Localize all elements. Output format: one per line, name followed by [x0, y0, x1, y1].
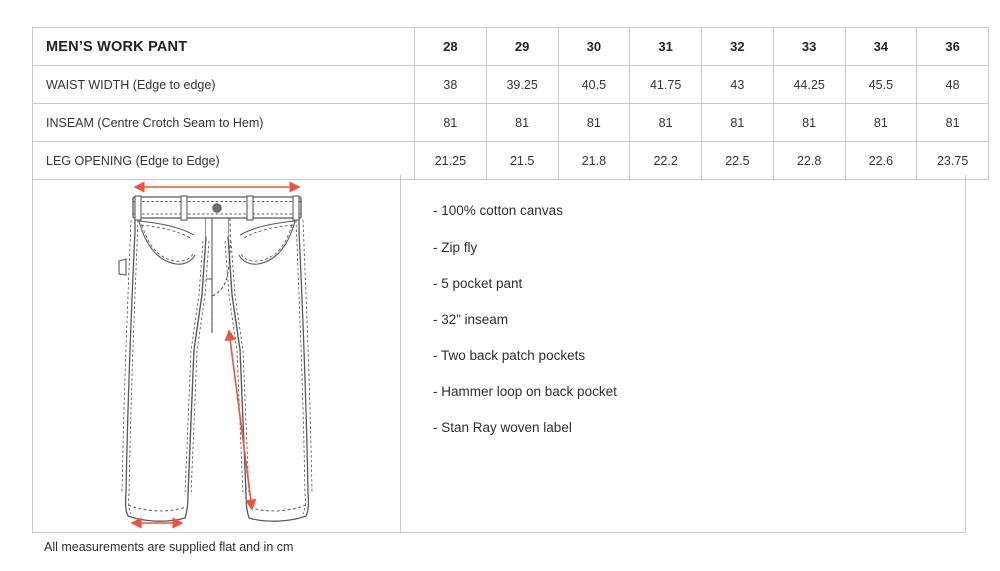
- measurement-value: 45.5: [844, 65, 918, 104]
- measurement-value: 43: [701, 65, 774, 104]
- measurement-value: 81: [414, 103, 487, 142]
- size-chart-table: MEN’S WORK PANT 28 29 30 31 32 33 34 36 …: [32, 27, 989, 180]
- pant-illustration-cell: [33, 175, 401, 532]
- measurement-value: 22.6: [844, 141, 918, 180]
- measurement-value: 81: [916, 103, 989, 142]
- measurement-label: LEG OPENING (Edge to Edge): [32, 141, 415, 180]
- pant-outline: [124, 197, 309, 522]
- measurement-value: 48: [916, 65, 989, 104]
- measurement-value: 21.25: [414, 141, 487, 180]
- list-item: - 32” inseam: [433, 311, 509, 327]
- measurement-value: 39.25: [485, 65, 559, 104]
- measurement-value: 81: [772, 103, 846, 142]
- measurement-value: 21.5: [485, 141, 559, 180]
- details-panel: - 100% cotton canvas - Zip fly - 5 pocke…: [32, 175, 966, 533]
- size-column-header: 33: [772, 27, 846, 66]
- size-column-header: 30: [557, 27, 631, 66]
- list-item: - Stan Ray woven label: [433, 420, 572, 436]
- measurement-value: 40.5: [557, 65, 631, 104]
- waist-button: [211, 203, 222, 213]
- measurement-value: 22.5: [701, 141, 774, 180]
- measurement-value: 81: [557, 103, 631, 142]
- size-column-header: 31: [629, 27, 702, 66]
- measurement-value: 22.8: [772, 141, 846, 180]
- measurement-value: 81: [701, 103, 774, 142]
- measurement-value: 38: [414, 65, 487, 104]
- measurement-value: 21.8: [557, 141, 631, 180]
- table-row: LEG OPENING (Edge to Edge) 21.25 21.5 21…: [32, 141, 989, 180]
- table-row: WAIST WIDTH (Edge to edge) 38 39.25 40.5…: [32, 65, 989, 104]
- list-item: - Zip fly: [433, 239, 478, 255]
- measurement-value: 41.75: [629, 65, 702, 104]
- page-title: MEN’S WORK PANT: [32, 27, 415, 66]
- size-column-header: 36: [916, 27, 989, 66]
- measurement-value: 81: [629, 103, 702, 142]
- list-item: - 5 pocket pant: [433, 275, 523, 291]
- table-body: WAIST WIDTH (Edge to edge) 38 39.25 40.5…: [32, 65, 989, 180]
- size-column-header: 29: [485, 27, 559, 66]
- measurement-value: 44.25: [772, 65, 846, 104]
- size-chart-container: MEN’S WORK PANT 28 29 30 31 32 33 34 36 …: [32, 27, 989, 180]
- size-column-header: 34: [844, 27, 918, 66]
- list-item: - 100% cotton canvas: [433, 203, 563, 219]
- size-column-header: 28: [414, 27, 487, 66]
- spec-list: - 100% cotton canvas - Zip fly - 5 pocke…: [401, 175, 965, 532]
- measurement-value: 23.75: [916, 141, 989, 180]
- table-header-row: MEN’S WORK PANT 28 29 30 31 32 33 34 36: [32, 27, 989, 66]
- measurement-label: WAIST WIDTH (Edge to edge): [32, 65, 415, 104]
- measurements-footnote: All measurements are supplied flat and i…: [44, 540, 294, 554]
- measurement-value: 81: [485, 103, 559, 142]
- measurement-label: INSEAM (Centre Crotch Seam to Hem): [32, 103, 415, 142]
- table-row: INSEAM (Centre Crotch Seam to Hem) 81 81…: [32, 103, 989, 142]
- table-header: MEN’S WORK PANT 28 29 30 31 32 33 34 36: [32, 27, 989, 66]
- list-item: - Hammer loop on back pocket: [433, 384, 617, 400]
- measurement-value: 22.2: [629, 141, 702, 180]
- size-column-header: 32: [701, 27, 774, 66]
- work-pant-technical-drawing: [117, 181, 312, 529]
- measurement-value: 81: [844, 103, 918, 142]
- size-guide-page: MEN’S WORK PANT 28 29 30 31 32 33 34 36 …: [0, 0, 1000, 571]
- list-item: - Two back patch pockets: [433, 348, 586, 364]
- hammer-loop: [117, 258, 127, 276]
